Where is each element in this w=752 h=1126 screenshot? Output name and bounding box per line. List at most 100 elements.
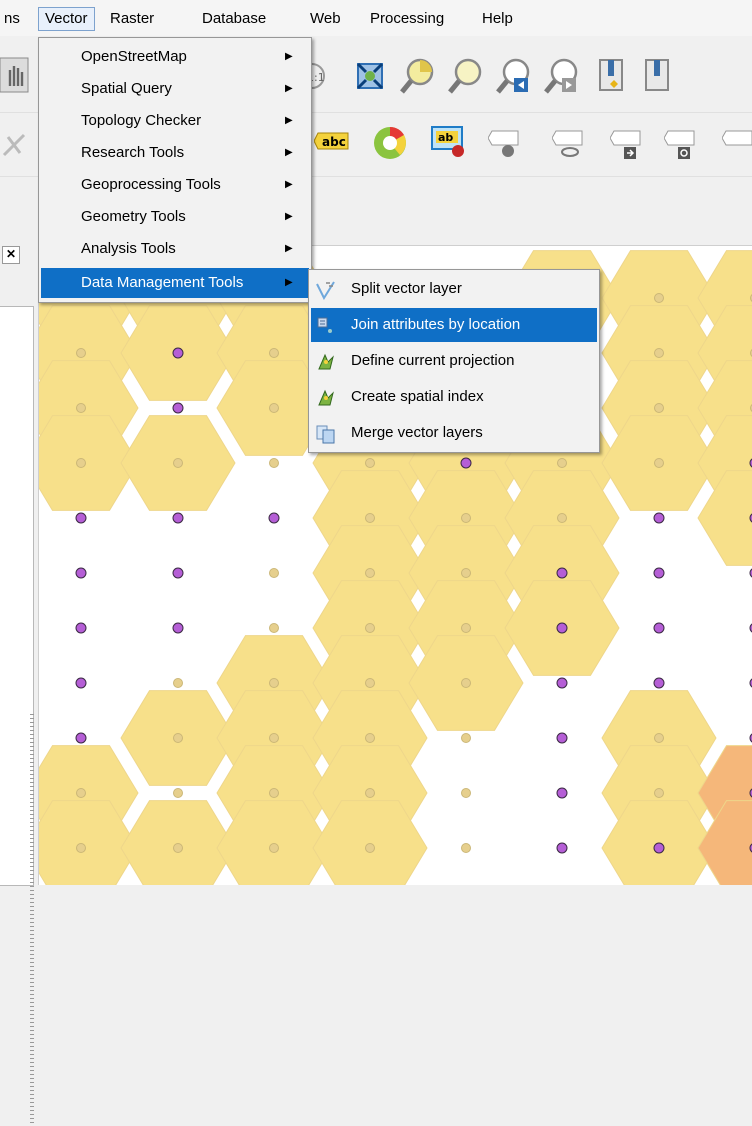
pin-labels-icon[interactable]: ab (430, 123, 470, 163)
menu-bar: ns Vector Raster Database Web Processing… (0, 0, 752, 37)
vector-menu-dropdown: OpenStreetMap ▶ Spatial Query ▶ Topology… (38, 37, 312, 303)
label-tool-text: abc (322, 135, 346, 149)
map-point (462, 734, 471, 743)
map-point (462, 569, 471, 578)
submenu-arrow-icon: ▶ (285, 202, 293, 232)
menu-item-label: Data Management Tools (81, 268, 243, 298)
zoom-next-icon[interactable] (542, 56, 582, 96)
zoom-full-extent-icon[interactable] (350, 56, 390, 96)
spatial-index-icon (316, 387, 336, 407)
preview-labels-icon[interactable] (552, 125, 586, 165)
map-point (269, 513, 279, 523)
map-point (174, 679, 183, 688)
pin-labels-text: ab (438, 131, 453, 144)
new-bookmark-icon[interactable] (592, 56, 632, 96)
menu-item-join-attributes-by-location[interactable]: Join attributes by location (311, 308, 597, 342)
pan-hand-icon[interactable] (0, 56, 30, 96)
rotate-label-icon[interactable] (664, 125, 698, 165)
map-point (270, 844, 279, 853)
map-point (366, 789, 375, 798)
map-point (462, 789, 471, 798)
map-point (76, 568, 86, 578)
hexagon-cell (698, 471, 752, 566)
merge-layers-icon (316, 423, 336, 443)
map-point (173, 568, 183, 578)
menu-item-define-current-projection[interactable]: Define current projection (311, 344, 597, 378)
hexagon-cell (698, 801, 752, 885)
menu-item-spatial-query[interactable]: Spatial Query ▶ (41, 74, 309, 104)
menu-item-label: Split vector layer (351, 272, 462, 306)
map-point (366, 679, 375, 688)
map-point (655, 404, 664, 413)
label-tool-icon[interactable]: abc (314, 127, 352, 167)
menu-item-data-management-tools[interactable]: Data Management Tools ▶ (41, 268, 309, 298)
zoom-to-layer-icon[interactable] (446, 56, 486, 96)
layers-panel: ✕ (0, 242, 36, 884)
menu-item-label: Geometry Tools (81, 202, 186, 232)
map-point (76, 733, 86, 743)
menu-web[interactable]: Web (304, 8, 347, 30)
map-point (366, 459, 375, 468)
map-point (76, 623, 86, 633)
menu-item-label: Join attributes by location (351, 308, 520, 342)
menu-vector[interactable]: Vector (38, 7, 95, 31)
map-point (270, 734, 279, 743)
zoom-to-selection-icon[interactable] (398, 56, 438, 96)
map-point (557, 843, 567, 853)
menu-item-geometry-tools[interactable]: Geometry Tools ▶ (41, 202, 309, 232)
close-panel-icon[interactable]: ✕ (2, 246, 20, 264)
map-point (655, 459, 664, 468)
menu-item-topology-checker[interactable]: Topology Checker ▶ (41, 106, 309, 136)
menu-item-label: Topology Checker (81, 106, 201, 136)
map-point (654, 623, 664, 633)
map-point (655, 789, 664, 798)
submenu-arrow-icon: ▶ (285, 268, 293, 298)
menu-item-label: Create spatial index (351, 380, 484, 414)
join-attributes-icon (316, 315, 336, 335)
zoom-last-icon[interactable] (494, 56, 534, 96)
menu-item-openstreetmap[interactable]: OpenStreetMap ▶ (41, 42, 309, 72)
map-point (654, 843, 664, 853)
map-point (366, 624, 375, 633)
show-hide-labels-icon[interactable] (488, 125, 522, 165)
submenu-arrow-icon: ▶ (285, 170, 293, 200)
menu-item-geoprocessing-tools[interactable]: Geoprocessing Tools ▶ (41, 170, 309, 200)
map-point (270, 789, 279, 798)
map-point (173, 348, 183, 358)
map-point (461, 458, 471, 468)
menu-database[interactable]: Database (196, 8, 272, 30)
menu-item-analysis-tools[interactable]: Analysis Tools ▶ (41, 234, 309, 264)
menu-item-merge-vector-layers[interactable]: Merge vector layers (311, 416, 597, 450)
map-point (77, 349, 86, 358)
change-label-icon[interactable] (722, 125, 752, 165)
menu-item-label: Geoprocessing Tools (81, 170, 221, 200)
map-point (462, 844, 471, 853)
panel-resize-handle[interactable] (30, 714, 34, 1126)
menu-help[interactable]: Help (476, 8, 519, 30)
map-point (173, 623, 183, 633)
diagram-pie-icon[interactable] (370, 123, 410, 163)
menu-item-research-tools[interactable]: Research Tools ▶ (41, 138, 309, 168)
map-point (558, 514, 567, 523)
map-point (77, 459, 86, 468)
map-point (366, 569, 375, 578)
projection-icon (316, 351, 336, 371)
digitize-disabled-icon[interactable] (0, 125, 30, 165)
menu-item-split-vector-layer[interactable]: Split vector layer (311, 272, 597, 306)
map-point (77, 789, 86, 798)
layers-panel-content (0, 306, 34, 886)
map-point (77, 404, 86, 413)
menu-plugins[interactable]: ns (0, 8, 26, 30)
show-bookmarks-icon[interactable] (638, 56, 678, 96)
map-point (174, 459, 183, 468)
map-point (557, 623, 567, 633)
menu-item-create-spatial-index[interactable]: Create spatial index (311, 380, 597, 414)
map-point (557, 568, 567, 578)
map-point (462, 679, 471, 688)
menu-processing[interactable]: Processing (364, 8, 450, 30)
move-label-icon[interactable] (610, 125, 644, 165)
map-point (270, 349, 279, 358)
menu-raster[interactable]: Raster (104, 8, 160, 30)
map-point (558, 459, 567, 468)
map-point (557, 733, 567, 743)
